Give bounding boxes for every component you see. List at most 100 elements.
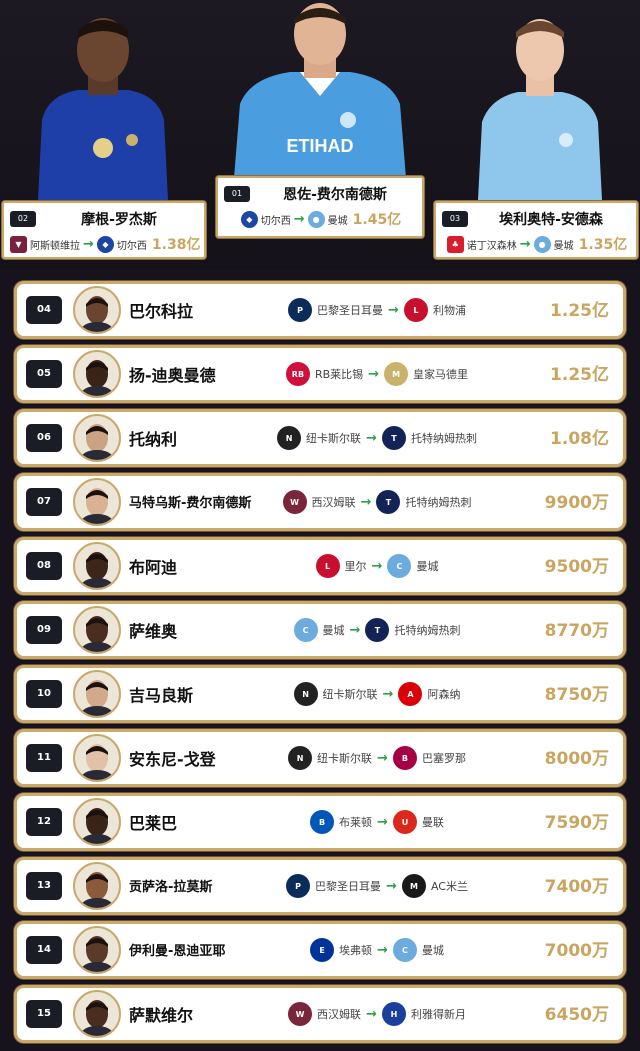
rank-badge: 15 xyxy=(26,1000,62,1028)
from-club: 西汉姆联 xyxy=(317,1008,362,1021)
transfer-line: P 巴黎圣日耳曼 → L 利物浦 xyxy=(257,298,497,322)
player-name: 巴尔科拉 xyxy=(129,302,194,321)
player-figure: ETIHAD xyxy=(234,3,406,178)
to-club: 曼城 xyxy=(327,215,348,227)
transfer-line: E 埃弗顿 → C 曼城 xyxy=(257,938,497,962)
player-avatar xyxy=(73,606,121,654)
list-item[interactable]: 13 贡萨洛-拉莫斯 P 巴黎圣日耳曼 → M AC米兰 7400万 xyxy=(14,857,626,915)
player-avatar xyxy=(73,798,121,846)
podium-card-rank-01[interactable]: 01 恩佐-费尔南德斯 ◆ 切尔西 → ● 曼城 1.45亿 xyxy=(216,176,424,238)
transfer-fee: 8750万 xyxy=(544,685,609,705)
player-figure xyxy=(478,19,602,200)
transfer-fee: 1.45亿 xyxy=(352,212,402,228)
chelsea-crest-icon: ◆ xyxy=(96,235,114,253)
psg-crest-icon: P xyxy=(288,298,313,322)
rank-badge: 08 xyxy=(26,552,62,580)
real-madrid-crest-icon: M xyxy=(384,362,409,386)
transfer-line: L 里尔 → C 曼城 xyxy=(257,554,497,578)
arrow-right-icon: → xyxy=(377,750,388,766)
transfer-fee: 8000万 xyxy=(544,749,609,769)
everton-crest-icon: E xyxy=(310,938,335,962)
rank-badge: 06 xyxy=(26,424,62,452)
psg-crest-icon: P xyxy=(286,874,311,898)
player-photo-rank-01: ETIHAD xyxy=(230,0,410,178)
list-item[interactable]: 12 巴莱巴 B 布莱顿 → U 曼联 7590万 xyxy=(14,793,626,851)
newcastle-crest-icon: N xyxy=(293,682,318,706)
arsenal-crest-icon: A xyxy=(398,682,423,706)
from-club: 埃弗顿 xyxy=(339,944,373,957)
player-photo-rank-03 xyxy=(470,0,610,200)
transfer-fee: 9900万 xyxy=(544,493,609,513)
west-ham-crest-icon: W xyxy=(282,490,307,514)
from-club: 纽卡斯尔联 xyxy=(322,688,378,701)
player-name: 萨默维尔 xyxy=(129,1006,194,1025)
liverpool-crest-icon: L xyxy=(403,298,428,322)
player-name: 萨维奥 xyxy=(129,622,178,641)
player-avatar xyxy=(73,414,121,462)
chelsea-crest-icon: ◆ xyxy=(240,210,258,228)
podium-card-rank-02[interactable]: 02 摩根-罗杰斯 ▼ 阿斯顿维拉 → ◆ 切尔西 1.38亿 xyxy=(2,201,206,259)
podium-section: ETIHAD 02 摩根-罗杰斯 ▼ 阿斯顿维拉 → ◆ 切尔西 1.38亿 0… xyxy=(0,0,640,270)
to-club: 曼联 xyxy=(421,816,444,829)
list-item[interactable]: 10 吉马良斯 N 纽卡斯尔联 → A 阿森纳 8750万 xyxy=(14,665,626,723)
list-item[interactable]: 04 巴尔科拉 P 巴黎圣日耳曼 → L 利物浦 1.25亿 xyxy=(14,281,626,339)
podium-card-rank-03[interactable]: 03 埃利奥特-安德森 ♣ 诺丁汉森林 → ● 曼城 1.35亿 xyxy=(434,201,638,259)
player-name: 布阿迪 xyxy=(129,558,178,577)
rank-badge: 12 xyxy=(26,808,62,836)
arrow-right-icon: → xyxy=(382,686,394,702)
player-name: 马特乌斯-费尔南德斯 xyxy=(129,496,252,511)
rank-badge: 10 xyxy=(26,680,62,708)
player-avatar xyxy=(73,926,121,974)
lille-crest-icon: L xyxy=(315,554,340,578)
to-club: 曼城 xyxy=(553,240,574,252)
from-club: 纽卡斯尔联 xyxy=(317,752,373,765)
transfer-line: W 西汉姆联 → H 利雅得新月 xyxy=(257,1002,497,1026)
player-name: 贡萨洛-拉莫斯 xyxy=(129,880,213,895)
rank-badge: 05 xyxy=(26,360,62,388)
list-item[interactable]: 05 扬-迪奥曼德 RB RB莱比锡 → M 皇家马德里 1.25亿 xyxy=(14,345,626,403)
transfer-line: N 纽卡斯尔联 → T 托特纳姆热刺 xyxy=(257,426,497,450)
arrow-right-icon: → xyxy=(377,814,388,830)
transfer-line: C 曼城 → T 托特纳姆热刺 xyxy=(257,618,497,642)
list-item[interactable]: 06 托纳利 N 纽卡斯尔联 → T 托特纳姆热刺 1.08亿 xyxy=(14,409,626,467)
player-name: 埃利奥特-安德森 xyxy=(499,212,603,228)
transfer-fee: 9500万 xyxy=(544,557,609,577)
list-item[interactable]: 09 萨维奥 C 曼城 → T 托特纳姆热刺 8770万 xyxy=(14,601,626,659)
list-item[interactable]: 11 安东尼-戈登 N 纽卡斯尔联 → B 巴塞罗那 8000万 xyxy=(14,729,626,787)
arrow-right-icon: → xyxy=(293,211,305,227)
arrow-right-icon: → xyxy=(519,236,531,252)
to-club: 皇家马德里 xyxy=(413,368,469,381)
player-name: 摩根-罗杰斯 xyxy=(81,212,157,228)
player-name: 托纳利 xyxy=(129,430,178,449)
list-item[interactable]: 14 伊利曼-恩迪亚耶 E 埃弗顿 → C 曼城 7000万 xyxy=(14,921,626,979)
player-photo-rank-02 xyxy=(28,0,178,200)
player-name: 伊利曼-恩迪亚耶 xyxy=(129,944,226,959)
player-avatar xyxy=(73,286,121,334)
man-city-crest-icon: ● xyxy=(533,235,551,253)
arrow-right-icon: → xyxy=(366,430,377,446)
from-club: 布莱顿 xyxy=(339,816,373,829)
newcastle-crest-icon: N xyxy=(288,746,313,770)
to-club: 利物浦 xyxy=(432,304,466,317)
man-city-crest-icon: C xyxy=(387,554,412,578)
aston-villa-crest-icon: ▼ xyxy=(10,235,27,253)
player-avatar xyxy=(73,734,121,782)
arrow-right-icon: → xyxy=(360,494,372,510)
transfer-line: N 纽卡斯尔联 → B 巴塞罗那 xyxy=(257,746,497,770)
rank-badge: 14 xyxy=(26,936,62,964)
from-club: 诺丁汉森林 xyxy=(466,240,517,252)
transfer-line: ▼ 阿斯顿维拉 → ◆ 切尔西 1.38亿 xyxy=(10,234,200,254)
transfer-fee: 1.25亿 xyxy=(550,301,609,321)
transfer-fee: 1.25亿 xyxy=(550,365,609,385)
list-item[interactable]: 15 萨默维尔 W 西汉姆联 → H 利雅得新月 6450万 xyxy=(14,985,626,1043)
rank-badge: 13 xyxy=(26,872,62,900)
arrow-right-icon: → xyxy=(83,236,94,252)
player-name: 恩佐-费尔南德斯 xyxy=(283,187,387,203)
list-item[interactable]: 07 马特乌斯-费尔南德斯 W 西汉姆联 → T 托特纳姆热刺 9900万 xyxy=(14,473,626,531)
list-item[interactable]: 08 布阿迪 L 里尔 → C 曼城 9500万 xyxy=(14,537,626,595)
rank-badge: 09 xyxy=(26,616,62,644)
transfer-line: W 西汉姆联 → T 托特纳姆热刺 xyxy=(257,490,497,514)
to-club: 曼城 xyxy=(416,560,439,573)
rank-badge: 03 xyxy=(442,211,468,227)
arrow-right-icon: → xyxy=(371,558,383,574)
